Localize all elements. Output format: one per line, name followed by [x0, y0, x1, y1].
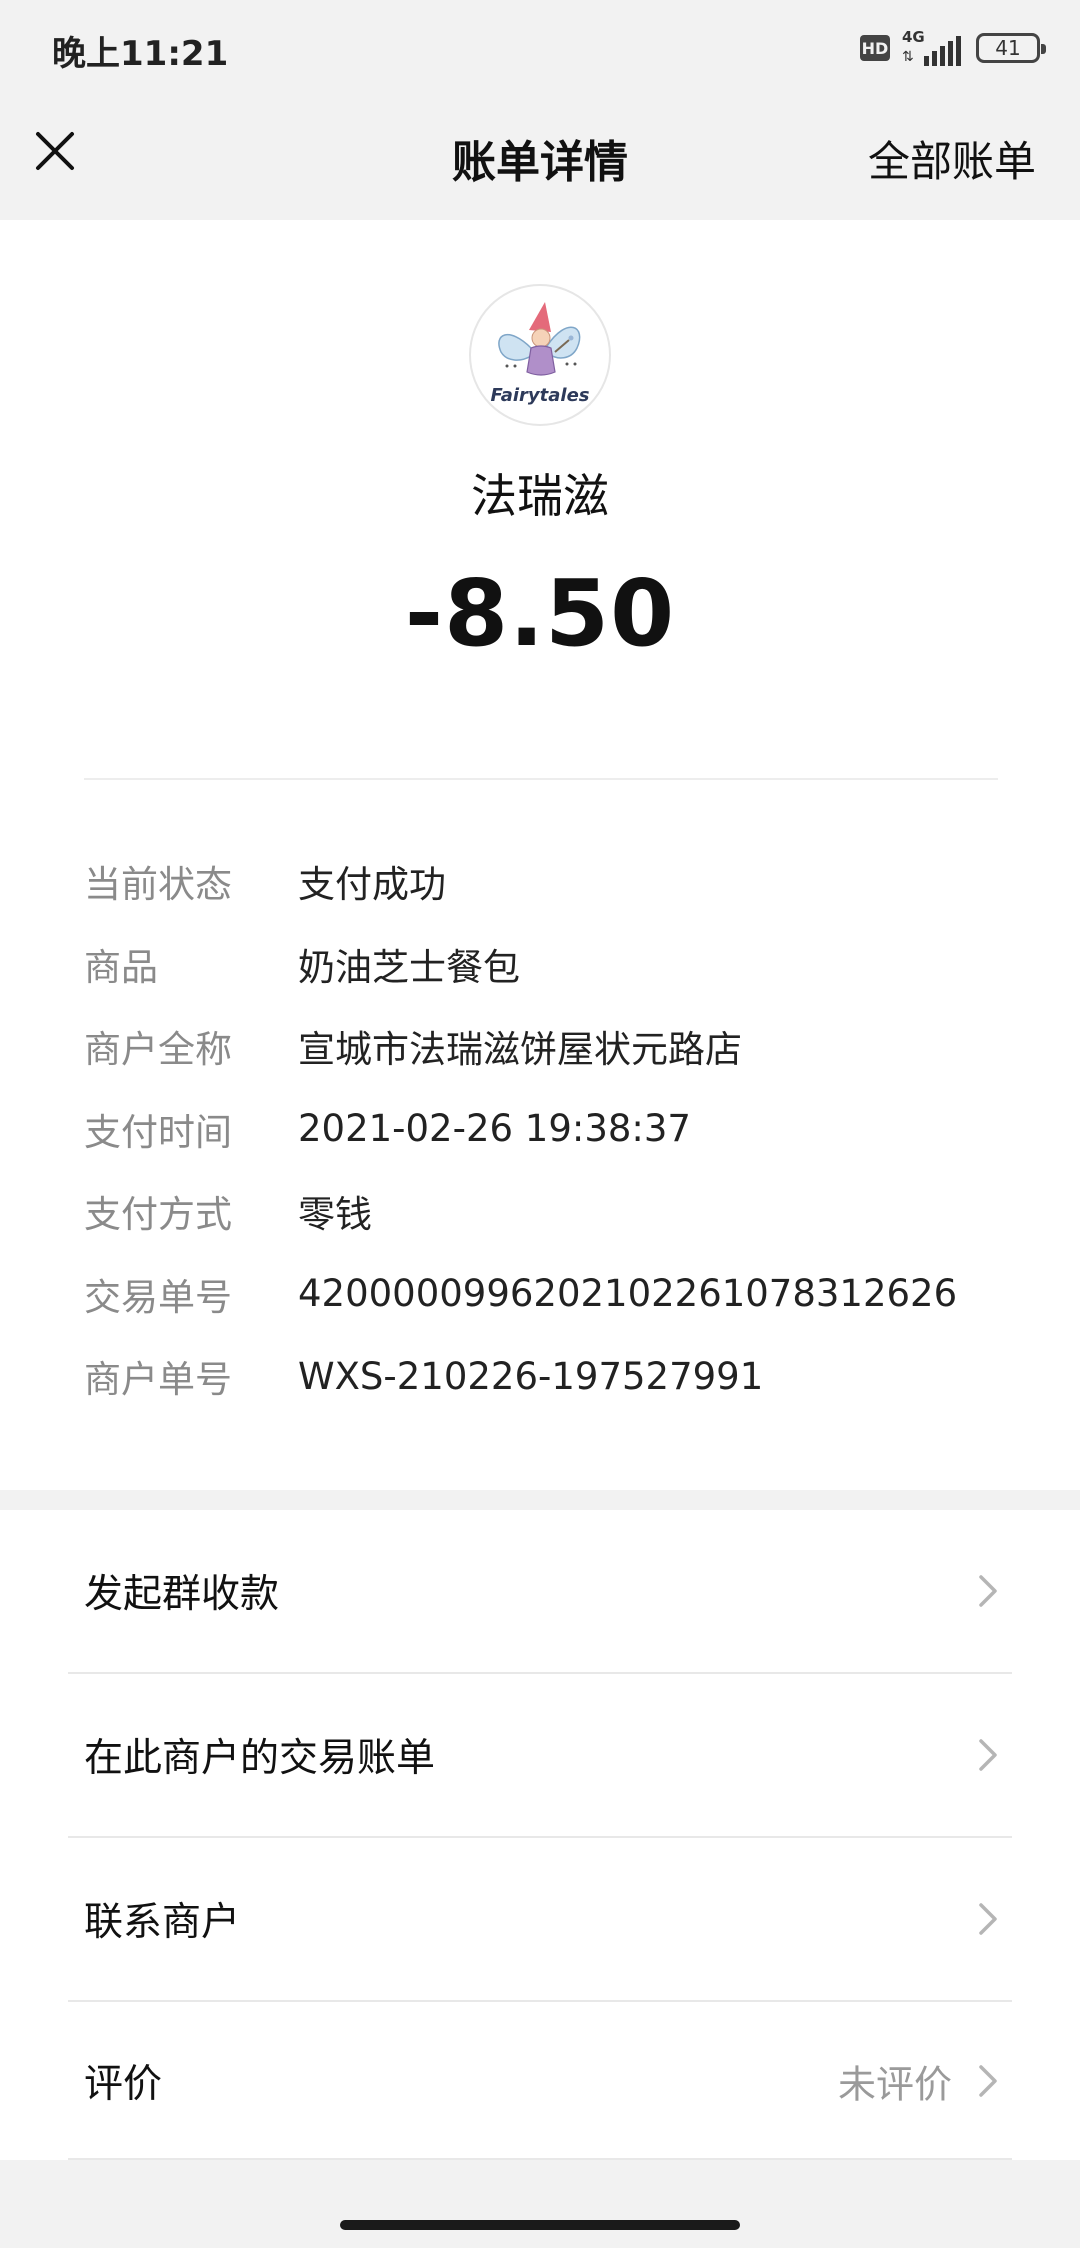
detail-label: 支付时间 — [84, 1110, 232, 1154]
group-collect-button[interactable]: 发起群收款 — [68, 1510, 1012, 1672]
detail-value: 宣城市法瑞滋饼屋状元路店 — [298, 1028, 742, 1072]
detail-row-pay-time: 支付时间 2021-02-26 19:38:37 — [84, 1088, 998, 1171]
bill-card: Fairytales 法瑞滋 -8.50 当前状态 支付成功 商品 奶油芝士餐包… — [0, 220, 1080, 1490]
gesture-bar — [0, 2200, 1080, 2248]
merchant-logo: Fairytales — [469, 284, 611, 426]
signal-icon: 4G ⇅ — [902, 28, 964, 66]
all-bills-link[interactable]: 全部账单 — [868, 128, 1036, 189]
battery-level: 41 — [995, 36, 1021, 60]
action-label: 联系商户 — [84, 1900, 241, 1945]
detail-value: WXS-210226-197527991 — [298, 1354, 764, 1398]
divider — [84, 778, 998, 780]
chevron-right-icon — [979, 1575, 997, 1607]
divider — [68, 2158, 1012, 2160]
chevron-right-icon — [979, 1903, 997, 1935]
status-bar: 晚上11:21 HD 4G ⇅ 41 — [0, 0, 1080, 96]
detail-value: 支付成功 — [298, 863, 446, 907]
data-arrows-icon: ⇅ — [902, 49, 914, 65]
detail-row-transaction-id: 交易单号 4200000996202102261078312626 — [84, 1253, 998, 1336]
signal-bars-icon — [924, 36, 961, 66]
detail-label: 支付方式 — [84, 1193, 232, 1237]
logo-text: Fairytales — [490, 385, 590, 406]
merchant-bills-button[interactable]: 在此商户的交易账单 — [68, 1674, 1012, 1836]
detail-row-pay-method: 支付方式 零钱 — [84, 1170, 998, 1253]
chevron-right-icon — [979, 2065, 997, 2097]
detail-row-status: 当前状态 支付成功 — [84, 840, 998, 923]
contact-merchant-button[interactable]: 联系商户 — [68, 1838, 1012, 2000]
network-type: 4G — [902, 28, 925, 46]
detail-value: 4200000996202102261078312626 — [298, 1272, 958, 1316]
chevron-right-icon — [979, 1739, 997, 1771]
action-label: 评价 — [84, 2062, 163, 2107]
merchant-name: 法瑞滋 — [471, 469, 609, 523]
nav-bar: 账单详情 全部账单 — [0, 96, 1080, 220]
hd-icon: HD — [860, 35, 890, 61]
detail-value: 奶油芝士餐包 — [298, 945, 520, 989]
action-label: 发起群收款 — [84, 1572, 280, 1617]
detail-label: 商户全称 — [84, 1028, 232, 1072]
detail-value: 2021-02-26 19:38:37 — [298, 1107, 691, 1151]
rate-button[interactable]: 评价 未评价 — [68, 2000, 1012, 2162]
action-label: 在此商户的交易账单 — [84, 1736, 436, 1781]
detail-label: 商户单号 — [84, 1358, 232, 1402]
detail-row-merchant-order-id: 商户单号 WXS-210226-197527991 — [84, 1335, 998, 1418]
status-time: 晚上11:21 — [52, 34, 229, 74]
detail-row-merchant-fullname: 商户全称 宣城市法瑞滋饼屋状元路店 — [84, 1005, 998, 1088]
detail-label: 交易单号 — [84, 1275, 232, 1319]
rating-status: 未评价 — [837, 2062, 952, 2107]
detail-value: 零钱 — [298, 1193, 372, 1237]
home-indicator[interactable] — [340, 2220, 740, 2230]
status-icons: HD 4G ⇅ 41 — [860, 28, 1046, 68]
detail-row-product: 商品 奶油芝士餐包 — [84, 923, 998, 1006]
battery-icon: 41 — [976, 33, 1046, 63]
detail-label: 商品 — [84, 945, 158, 989]
detail-list: 当前状态 支付成功 商品 奶油芝士餐包 商户全称 宣城市法瑞滋饼屋状元路店 支付… — [84, 840, 998, 1418]
detail-label: 当前状态 — [84, 863, 232, 907]
amount: -8.50 — [404, 560, 676, 667]
action-list: 发起群收款 在此商户的交易账单 联系商户 评价 未评价 — [0, 1510, 1080, 2160]
